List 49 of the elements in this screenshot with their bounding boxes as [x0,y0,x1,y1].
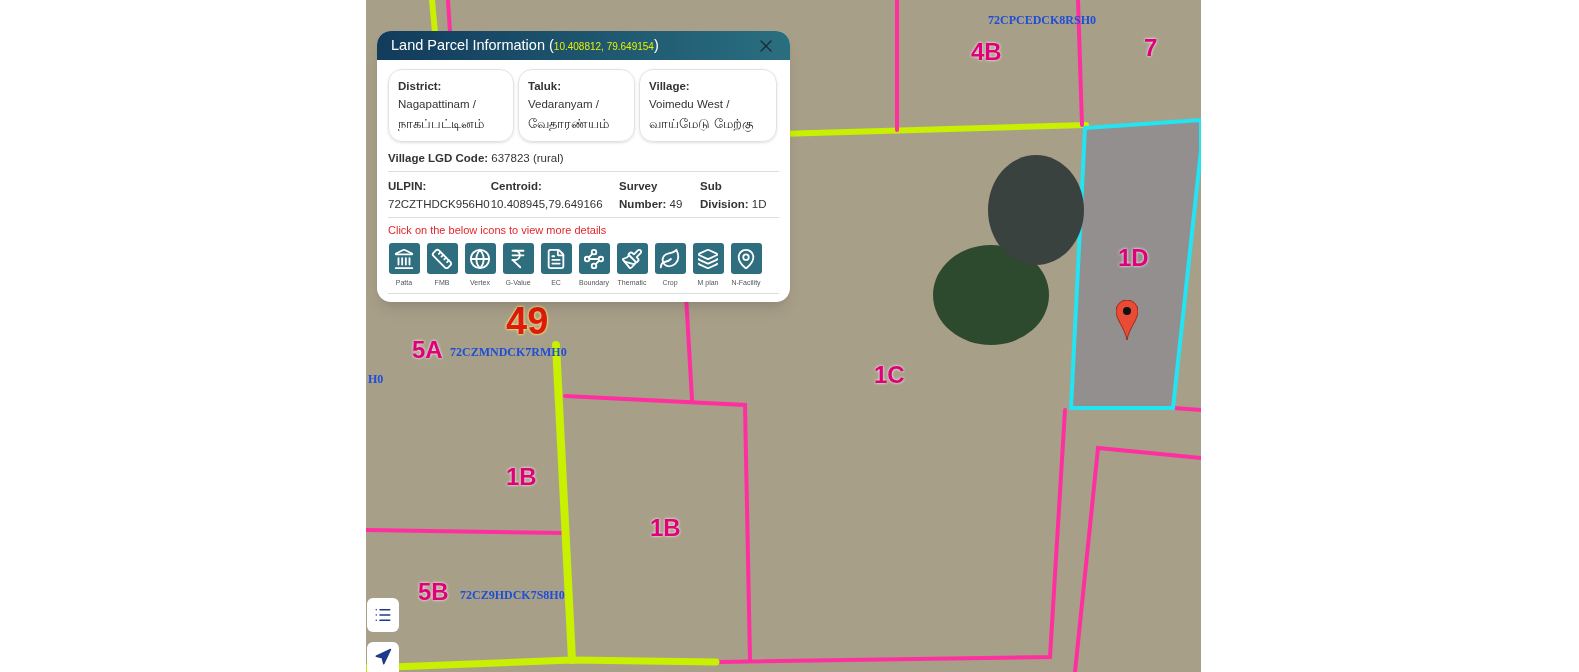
detail-label: Centroid: [490,179,543,195]
card-value: Vedaranyam / [528,97,600,113]
card-value: Nagapattinam / [398,97,477,113]
leaf-icon [659,247,681,270]
landmark-icon [393,247,415,270]
sub-division-label: 1D [1118,246,1149,270]
legend-button[interactable] [367,598,399,632]
ulpin-label: H0 [368,373,384,385]
detail-label: Sub [700,179,723,195]
card-label: District: [398,79,443,94]
detail-label: Survey [619,179,659,195]
card-label: Taluk: [528,79,562,94]
sub-division-label: 5A [412,338,443,362]
sub-division-label: 1B [506,465,537,489]
card-value-tamil: வேதாரண்யம் [528,114,610,133]
card-value-tamil: நாகப்பட்டினம் [398,114,485,133]
satellite-map[interactable] [366,0,1201,672]
detail-label: ULPIN: [388,179,428,195]
detail-value: 72CZTHDCK956H0 [388,196,491,212]
popup-title-paren: ( [549,35,554,55]
hint-text: Click on the below icons to view more details [388,222,608,238]
north-arrow-button[interactable] [367,642,399,672]
coordinates-text: 10.408812, 79.649154 [553,40,654,52]
detail-value: Division: 1D [700,196,768,212]
list-icon [374,606,392,624]
popup-title: Land Parcel Information [391,35,546,55]
popup-title-paren: ) [653,35,659,55]
detail-value: Number: 49 [619,196,684,212]
north-arrow-icon [374,648,392,666]
card-value-tamil: வாய்மேடு மேற்கு [649,114,755,133]
lgd-code-text: Village LGD Code: 637823 (rural) [388,150,779,173]
sub-division-label: 7 [1144,36,1158,60]
survey-number-label: 49 [506,302,549,340]
sub-division-label: 1B [650,516,681,540]
map-pin-icon [735,247,757,270]
boundary-lines-icon [583,247,605,270]
detail-value: 10.408945,79.649166 [490,196,604,212]
document-icon [545,247,567,270]
globe-icon [469,247,491,270]
layers-icon [697,247,719,270]
card-label: Village: [649,79,691,94]
paintbrush-icon [621,247,643,270]
card-value: Voimedu West / [649,97,731,113]
map-marker-icon [1116,300,1138,340]
sub-division-label: 4B [971,40,1002,64]
sub-division-label: 1C [874,363,905,387]
ruler-icon [431,247,453,270]
sub-division-label: 5B [418,580,449,604]
ulpin-label: 72CZ9HDCK7S8H0 [460,589,565,601]
